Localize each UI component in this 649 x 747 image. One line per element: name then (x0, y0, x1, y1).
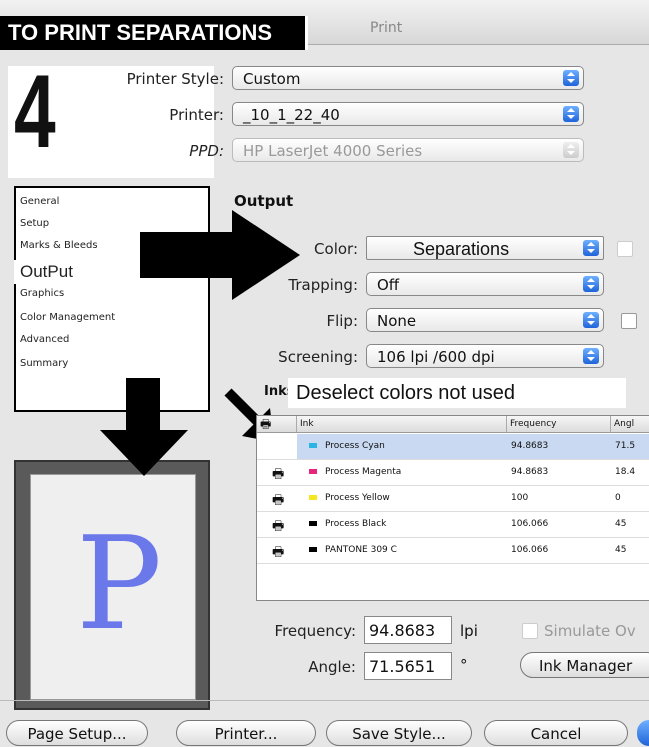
color-popup[interactable]: Separations (366, 236, 604, 260)
ink-row-pantone-309c[interactable]: 🖶 PANTONE 309 C 106.066 45 (257, 538, 649, 564)
ink-swatch (309, 495, 317, 500)
ink-name: PANTONE 309 C (325, 545, 397, 555)
sidebar-item-marks-bleeds[interactable]: Marks & Bleeds (20, 240, 98, 251)
color-value: Separations (413, 239, 510, 259)
printer-button[interactable]: Printer... (176, 720, 316, 746)
printer-style-popup[interactable]: Custom (232, 66, 584, 90)
trapping-label: Trapping: (288, 276, 358, 294)
settings-panel-list: General Setup Marks & Bleeds OutPut Grap… (14, 186, 210, 412)
popup-arrows-icon (583, 240, 599, 256)
popup-arrows-icon (563, 70, 579, 86)
popup-arrows-icon (583, 312, 599, 328)
inks-table: 🖶 Ink Frequency Angl Process Cyan 94.868… (256, 415, 649, 601)
cancel-button[interactable]: Cancel (484, 720, 628, 746)
instruction-banner: TO PRINT SEPARATIONS (0, 16, 308, 50)
ink-row-process-yellow[interactable]: 🖶 Process Yellow 100 0 (257, 486, 649, 512)
print-colors-checkbox[interactable] (617, 241, 633, 257)
window-title: Print (370, 20, 403, 36)
printer-icon: 🖶 (260, 417, 272, 431)
ink-angle: 18.4 (615, 467, 636, 477)
right-arrow-shaft (140, 232, 235, 278)
ink-name: Process Yellow (325, 493, 390, 503)
output-section-title: Output (234, 192, 294, 210)
trapping-popup[interactable]: Off (366, 272, 604, 296)
angle-column-header[interactable]: Angl (611, 416, 649, 433)
ink-angle: 45 (615, 545, 627, 555)
flip-popup[interactable]: None (366, 308, 604, 332)
sidebar-item-setup[interactable]: Setup (20, 218, 49, 229)
deselect-note: Deselect colors not used (288, 378, 626, 408)
ink-row-process-black[interactable]: 🖶 Process Black 106.066 45 (257, 512, 649, 538)
printer-value: _10_1_22_40 (243, 106, 340, 124)
sidebar-item-color-management[interactable]: Color Management (20, 312, 115, 323)
color-label: Color: (314, 240, 358, 258)
ink-column-header[interactable]: Ink (297, 416, 507, 433)
ppd-popup: HP LaserJet 4000 Series (232, 138, 584, 162)
ink-frequency: 106.066 (511, 545, 549, 555)
ppd-label: PPD: (189, 142, 224, 160)
frequency-column-header[interactable]: Frequency (507, 416, 611, 433)
screening-popup[interactable]: 106 lpi /600 dpi (366, 344, 604, 368)
printer-label: Printer: (169, 106, 224, 124)
sidebar-item-general[interactable]: General (20, 196, 59, 207)
preview-glyph: P (76, 510, 163, 659)
angle-field[interactable]: 71.5651 (364, 652, 452, 680)
negative-checkbox[interactable] (621, 313, 637, 329)
ink-name: Process Magenta (325, 467, 402, 477)
printer-icon[interactable]: 🖶 (272, 465, 284, 487)
ink-angle: 45 (615, 519, 627, 529)
printer-style-value: Custom (243, 70, 301, 88)
save-style-button[interactable]: Save Style... (326, 720, 472, 746)
ink-angle: 71.5 (615, 441, 636, 451)
sidebar-item-advanced[interactable]: Advanced (20, 334, 69, 345)
ink-name: Process Cyan (325, 441, 385, 451)
popup-arrows-icon (583, 276, 599, 292)
step-number: 4 (14, 54, 56, 170)
screening-value: 106 lpi /600 dpi (377, 348, 495, 366)
frequency-field[interactable]: 94.8683 (364, 616, 452, 644)
ink-name: Process Black (325, 519, 387, 529)
popup-arrows-icon (563, 106, 579, 122)
angle-label: Angle: (308, 658, 356, 676)
popup-arrows-icon (583, 348, 599, 364)
ink-manager-button[interactable]: Ink Manager (520, 652, 649, 678)
printer-popup[interactable]: _10_1_22_40 (232, 102, 584, 126)
print-column-header[interactable]: 🖶 (257, 416, 297, 433)
print-button[interactable] (637, 720, 649, 746)
down-arrow-head-icon (100, 430, 188, 476)
flip-label: Flip: (326, 312, 358, 330)
ink-swatch (309, 443, 317, 448)
ink-angle: 0 (615, 493, 621, 503)
simulate-overprint-checkbox[interactable] (522, 623, 538, 639)
ppd-value: HP LaserJet 4000 Series (243, 142, 423, 160)
ink-frequency: 106.066 (511, 519, 549, 529)
flip-value: None (377, 312, 417, 330)
ink-row-process-cyan[interactable]: Process Cyan 94.8683 71.5 (257, 434, 649, 460)
print-checkbox-cyan[interactable] (257, 434, 297, 459)
screening-label: Screening: (278, 348, 358, 366)
sidebar-item-summary[interactable]: Summary (20, 358, 68, 369)
printer-icon[interactable]: 🖶 (272, 543, 284, 565)
ink-frequency: 94.8683 (511, 441, 549, 451)
footer-divider (0, 700, 649, 701)
page-setup-button[interactable]: Page Setup... (6, 720, 148, 746)
printer-icon[interactable]: 🖶 (272, 517, 284, 539)
frequency-label: Frequency: (274, 622, 356, 640)
angle-unit: ° (460, 656, 468, 674)
ink-frequency: 94.8683 (511, 467, 549, 477)
ink-row-process-magenta[interactable]: 🖶 Process Magenta 94.8683 18.4 (257, 460, 649, 486)
frequency-unit: lpi (460, 622, 478, 640)
simulate-overprint-label: Simulate Ov (544, 622, 636, 640)
sidebar-item-graphics[interactable]: Graphics (20, 288, 64, 299)
trapping-value: Off (377, 276, 400, 294)
printer-style-label: Printer Style: (126, 70, 224, 88)
sidebar-item-output[interactable]: OutPut (14, 260, 160, 284)
ink-swatch (309, 547, 317, 552)
down-arrow-shaft (126, 378, 160, 434)
ink-swatch (309, 469, 317, 474)
popup-arrows-icon (563, 142, 579, 158)
ink-swatch (309, 521, 317, 526)
ink-frequency: 100 (511, 493, 529, 503)
printer-icon[interactable]: 🖶 (272, 491, 284, 513)
